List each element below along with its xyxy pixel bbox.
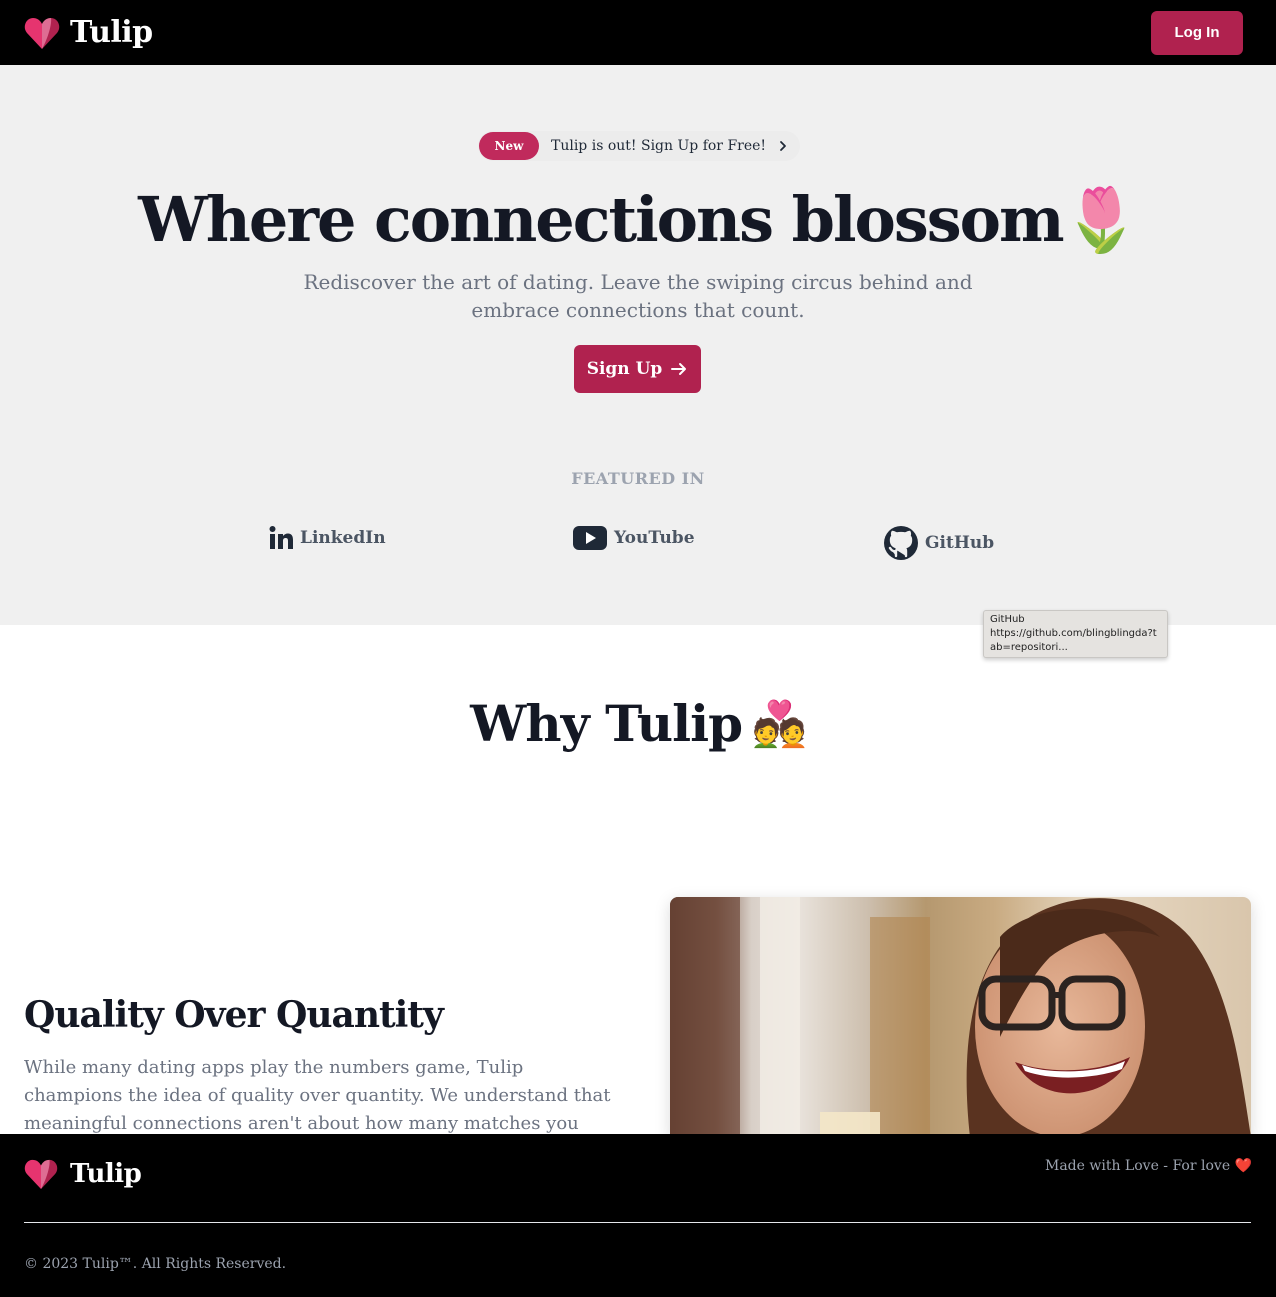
chevron-right-icon [780,141,786,151]
announcement-text: Tulip is out! Sign Up for Free! [551,138,767,154]
linkedin-icon [269,526,293,549]
tooltip-title: GitHub [990,614,1025,625]
footer-copyright: © 2023 Tulip™. All Rights Reserved. [24,1256,287,1272]
signup-label: Sign Up [586,359,663,379]
youtube-icon [573,526,607,550]
featured-in-heading: FEATURED IN [571,469,705,488]
hero-title: Where connections blossom🌷 [0,183,1276,257]
footer-brand-logo[interactable]: Tulip [24,1158,142,1190]
featured-linkedin-link[interactable]: LinkedIn [268,525,386,551]
announcement-pill[interactable]: New Tulip is out! Sign Up for Free! [478,131,800,161]
login-button[interactable]: Log In [1151,10,1243,55]
featured-github-link[interactable]: GitHub [883,525,994,561]
hero-title-text: Where connections blossom [138,183,1064,256]
tulip-heart-icon [24,1159,58,1190]
why-tulip-heading: Why Tulip 💑 [0,694,1276,753]
smiling-woman-image [670,897,1251,1137]
couple-emoji-icon: 💑 [752,698,807,750]
arrow-right-icon [671,363,687,375]
top-navbar: Tulip Log In [0,0,1276,65]
hero-subtitle: Rediscover the art of dating. Leave the … [303,270,973,322]
github-label: GitHub [925,533,995,553]
tooltip-url: https://github.com/blingblingda?tab=repo… [990,628,1157,653]
footer: Tulip Made with Love - For love ❤️ © 202… [0,1134,1276,1297]
github-icon [884,526,918,560]
new-badge: New [479,132,539,160]
tulip-emoji-icon: 🌷 [1062,183,1140,256]
tulip-heart-icon [24,17,60,49]
feature-title: Quality Over Quantity [24,994,444,1036]
feature-photo [670,897,1251,1137]
linkedin-label: LinkedIn [300,528,386,548]
feature-body: While many dating apps play the numbers … [24,1057,611,1134]
link-tooltip: GitHub https://github.com/blingblingda?t… [983,610,1168,658]
why-tulip-text: Why Tulip [470,694,743,753]
footer-brand-name: Tulip [70,1159,142,1189]
youtube-label: YouTube [614,528,695,548]
featured-youtube-link[interactable]: YouTube [572,525,695,551]
footer-divider [24,1222,1251,1223]
footer-tagline: Made with Love - For love ❤️ [1045,1158,1252,1174]
brand-logo[interactable]: Tulip [24,15,153,50]
hero-section: New Tulip is out! Sign Up for Free! Wher… [0,65,1276,625]
signup-button[interactable]: Sign Up [574,345,701,393]
brand-name: Tulip [70,15,153,50]
